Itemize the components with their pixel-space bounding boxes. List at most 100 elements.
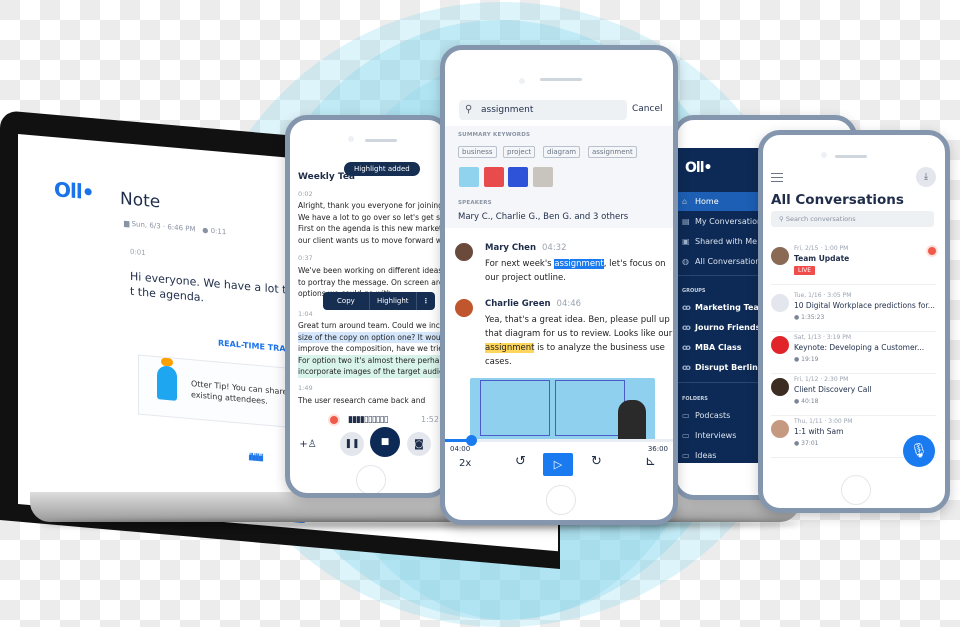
transcript-segment: Alright, thank you everyone for joining … xyxy=(298,200,450,246)
timestamp: 0:37 xyxy=(298,254,313,262)
stack-icon: ◍ xyxy=(682,257,689,266)
divider xyxy=(677,275,767,276)
search-conversations-input[interactable]: ⚲ Search conversations xyxy=(771,211,934,227)
groups-label: GROUPS xyxy=(682,288,706,294)
sidebar-item-home[interactable]: ⌂ Home xyxy=(677,192,767,211)
conversation-date: Thu, 1/11 · 3:00 PM xyxy=(794,418,853,425)
timestamp: 0:01 xyxy=(130,247,146,258)
highlight-button[interactable]: Highlight xyxy=(370,292,417,310)
selected-line[interactable]: size of the copy on option one? It would xyxy=(298,331,445,343)
sidebar-item-all-conversations[interactable]: ◍ All Conversations xyxy=(677,252,767,271)
avatar xyxy=(455,243,473,261)
conversation-item[interactable]: Fri, 2/15 · 1:00 PM Team Update LIVE xyxy=(771,245,936,285)
message-text: Yea, that's a great idea. Ben, please pu… xyxy=(485,315,673,367)
more-icon[interactable]: ⋮ xyxy=(417,292,435,310)
otter-logo: Oll• xyxy=(685,160,712,176)
message-text: For next week's assignment, let's focus … xyxy=(485,259,666,283)
highlighted-line: incorporate images of the target audienc xyxy=(298,366,445,378)
cancel-button[interactable]: Cancel xyxy=(632,104,663,114)
speaker-name: Mary Chen 04:32 xyxy=(485,243,567,253)
timestamp: 1:04 xyxy=(298,310,313,318)
conversation-date: Fri, 1/12 · 2:30 PM xyxy=(794,376,849,383)
transcript-line: The user research came back and xyxy=(298,396,426,405)
menu-icon[interactable] xyxy=(771,173,783,182)
highlight-toast: Highlight added xyxy=(344,162,420,176)
search-input[interactable]: ⚲ assignment xyxy=(459,100,627,120)
laptop-shadow xyxy=(40,520,800,528)
sidebar-item-my-conversations[interactable]: ▤ My Conversations xyxy=(677,212,767,231)
sidebar: Oll• ⌂ Home ▤ My Conversations ▣ Shared wit… xyxy=(677,148,767,463)
speaker-grille xyxy=(540,78,582,81)
group-item[interactable]: ꝏ MBA Class xyxy=(677,338,767,357)
play-button[interactable]: ▷ xyxy=(543,453,573,476)
group-icon: ꝏ xyxy=(682,363,691,372)
slide-thumbnail[interactable] xyxy=(484,167,504,187)
rewind-icon[interactable]: ↺ xyxy=(515,454,526,469)
group-item[interactable]: ꝏ Marketing Team xyxy=(677,298,767,317)
dx-logo-avatar xyxy=(771,336,789,354)
keyword-highlight: assignment xyxy=(485,343,535,353)
transcript-segment: The user research came back and xyxy=(298,395,445,407)
speed-button[interactable]: 2x xyxy=(459,458,471,469)
conversation-title: 10 Digital Workplace predictions for... xyxy=(794,301,935,310)
group-item[interactable]: ꝏ Journo Friends xyxy=(677,318,767,337)
microphone-button[interactable]: 🎙 xyxy=(903,435,935,467)
presenter-image xyxy=(618,400,646,440)
conversation-item[interactable]: Sat, 1/13 · 3:19 PM Keynote: Developing … xyxy=(771,334,936,374)
slide-thumbnail[interactable] xyxy=(533,167,553,187)
stop-button[interactable]: ■ xyxy=(370,427,400,457)
current-time: 04:00 xyxy=(450,445,471,453)
playback-progress[interactable] xyxy=(445,435,673,446)
timestamp: 1:49 xyxy=(298,384,313,392)
transcript-line[interactable]: Great turn around team. Could we increa xyxy=(298,320,445,332)
search-icon: ⚲ xyxy=(465,104,473,115)
folders-label: FOLDERS xyxy=(682,396,708,402)
folder-icon: ▭ xyxy=(682,431,690,440)
note-duration: 0:11 xyxy=(210,226,227,237)
avatar xyxy=(455,299,473,317)
search-value: assignment xyxy=(481,105,534,115)
group-item[interactable]: ꝏDisrupt Berlin 2018 xyxy=(677,358,767,377)
clock-icon: ● xyxy=(202,226,211,235)
conversation-item[interactable]: Tue, 1/16 · 3:05 PM 10 Digital Workplace… xyxy=(771,292,936,332)
context-menu: Copy Highlight ⋮ xyxy=(323,292,435,310)
import-icon[interactable]: ⤓ xyxy=(916,167,936,187)
forward-icon[interactable]: ↻ xyxy=(591,454,602,469)
sidebar-item-shared[interactable]: ▣ Shared with Me xyxy=(677,232,767,251)
keyword-chip[interactable]: business xyxy=(458,146,497,158)
keyword-chip[interactable]: diagram xyxy=(543,146,581,158)
live-badge: LIVE xyxy=(794,266,816,275)
pause-button[interactable]: ❚❚ xyxy=(340,432,364,456)
speaker-grille xyxy=(365,139,397,142)
speakers-list[interactable]: Mary C., Charlie G., Ben G. and 3 others xyxy=(458,212,628,222)
avatar xyxy=(771,378,789,396)
folder-icon: ▭ xyxy=(682,451,690,460)
folder-item[interactable]: ▭ Interviews xyxy=(677,426,767,445)
transcript-line: First on the agenda is this new marketin… xyxy=(298,224,450,233)
folder-item[interactable]: ▭ Podcasts xyxy=(677,406,767,425)
speaker-name: Charlie Green 04:46 xyxy=(485,299,582,309)
camera-button[interactable]: ◙ xyxy=(407,432,431,456)
keyword-chip[interactable]: assignment xyxy=(588,146,637,158)
chart-icon[interactable]: ⊾ xyxy=(645,454,656,469)
video-frame[interactable] xyxy=(470,378,655,440)
copy-button[interactable]: Copy xyxy=(323,292,370,310)
slide-thumbnail[interactable] xyxy=(459,167,479,187)
otter-mascot-icon xyxy=(157,365,177,401)
conversation-item[interactable]: Fri, 1/12 · 2:30 PM Client Discovery Cal… xyxy=(771,376,936,416)
keyword-chip[interactable]: project xyxy=(503,146,536,158)
search-phone: ⚲ assignment Cancel SUMMARY KEYWORDS busi… xyxy=(440,45,678,525)
slide-thumbnail[interactable] xyxy=(508,167,528,187)
document-icon: ▤ xyxy=(682,217,690,226)
add-speaker-icon[interactable]: +♙ xyxy=(298,434,318,454)
home-button[interactable] xyxy=(356,465,386,493)
timestamp: 0:02 xyxy=(298,190,313,198)
group-icon: ꝏ xyxy=(682,303,691,312)
home-button[interactable] xyxy=(546,485,576,515)
summary-keywords-label: SUMMARY KEYWORDS xyxy=(458,132,531,138)
home-button[interactable] xyxy=(841,475,871,505)
recording-indicator xyxy=(928,247,936,255)
note-meta: ▆ Sun, 6/3 · 6:46 PM ● 0:11 xyxy=(124,219,226,236)
camera-icon xyxy=(348,136,354,142)
folder-item[interactable]: ▭ Ideas xyxy=(677,446,767,465)
